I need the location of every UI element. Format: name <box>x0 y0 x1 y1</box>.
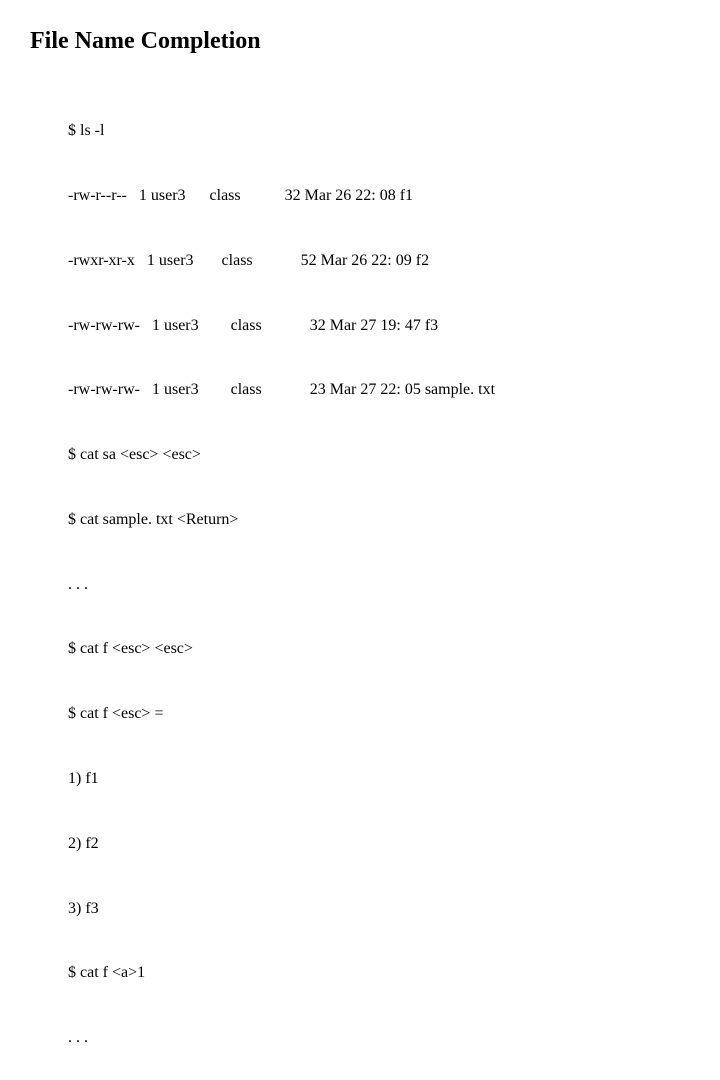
terminal-line: $ ls -l <box>68 120 720 142</box>
terminal-line: $ cat sample. txt <Return> <box>68 509 720 531</box>
terminal-line: $ cat sa <esc> <esc> <box>68 444 720 466</box>
terminal-line: $ cat f <esc> = <box>68 703 720 725</box>
terminal-line: $ cat f <a>1 <box>68 962 720 984</box>
terminal-line: 1) f1 <box>68 768 720 790</box>
terminal-line: . . . <box>68 1027 720 1049</box>
terminal-line: -rw-rw-rw- 1 user3 class 23 Mar 27 22: 0… <box>68 379 720 401</box>
terminal-line: -rw-r--r-- 1 user3 class 32 Mar 26 22: 0… <box>68 185 720 207</box>
page: File Name Completion $ ls -l -rw-r--r-- … <box>0 0 720 1080</box>
terminal-line: 3) f3 <box>68 898 720 920</box>
terminal-block: $ ls -l -rw-r--r-- 1 user3 class 32 Mar … <box>68 77 720 1080</box>
terminal-line: $ cat f <esc> <esc> <box>68 638 720 660</box>
terminal-line: -rwxr-xr-x 1 user3 class 52 Mar 26 22: 0… <box>68 250 720 272</box>
terminal-line: . . . <box>68 574 720 596</box>
page-title: File Name Completion <box>30 28 720 55</box>
terminal-line: 2) f2 <box>68 833 720 855</box>
terminal-line: -rw-rw-rw- 1 user3 class 32 Mar 27 19: 4… <box>68 315 720 337</box>
